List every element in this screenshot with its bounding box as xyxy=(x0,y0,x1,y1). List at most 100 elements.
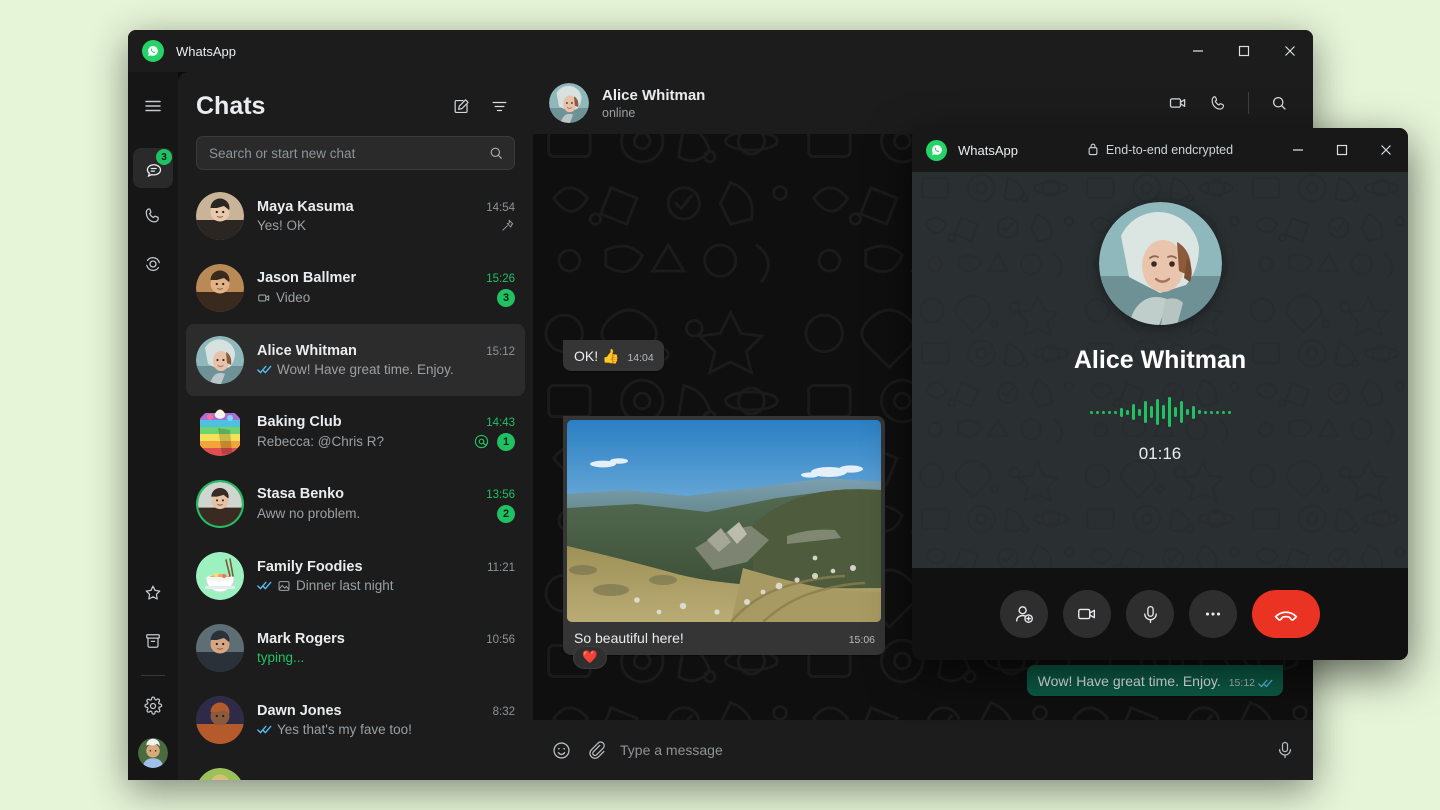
avatar[interactable] xyxy=(196,192,244,240)
end-call-button[interactable] xyxy=(1252,590,1320,638)
voice-call-icon[interactable] xyxy=(1200,85,1236,121)
attach-icon[interactable] xyxy=(586,740,606,760)
message-bubble-outgoing[interactable]: Wow! Have great time. Enjoy. 15:12 xyxy=(1027,665,1283,696)
sidebar-item-chats[interactable]: 3 xyxy=(133,148,173,188)
call-maximize-button[interactable] xyxy=(1320,128,1364,172)
video-call-icon[interactable] xyxy=(1160,85,1196,121)
close-button[interactable] xyxy=(1267,30,1313,72)
contact-avatar[interactable] xyxy=(549,83,589,123)
menu-button[interactable] xyxy=(133,86,173,126)
search-input[interactable] xyxy=(209,146,488,161)
chat-item-name: Dawn Jones xyxy=(257,703,342,719)
emoji-icon[interactable] xyxy=(551,740,572,761)
chat-list-item-dawn-jones[interactable]: Dawn Jones 8:32 Yes that's my fave too! xyxy=(186,684,525,756)
app-title: WhatsApp xyxy=(176,44,236,59)
chat-list-item-ziggy-woodley[interactable]: Ziggy Woodley 8:12 xyxy=(186,756,525,780)
mute-button[interactable] xyxy=(1126,590,1174,638)
avatar[interactable] xyxy=(196,408,244,456)
call-controls xyxy=(912,568,1408,660)
whatsapp-logo-icon xyxy=(142,40,164,62)
message-bubble-incoming[interactable]: OK! 👍 14:04 xyxy=(563,340,664,371)
sidebar-item-status[interactable] xyxy=(133,244,173,284)
chat-item-time: 13:56 xyxy=(478,489,515,501)
chat-list-item-jason-ballmer[interactable]: Jason Ballmer 15:26 Video 3 xyxy=(186,252,525,324)
call-minimize-button[interactable] xyxy=(1276,128,1320,172)
page-title: Chats xyxy=(196,92,265,121)
search-box[interactable] xyxy=(196,136,515,170)
avatar[interactable] xyxy=(196,336,244,384)
chat-item-preview: Rebecca: @Chris R? xyxy=(257,434,384,449)
call-duration: 01:16 xyxy=(1139,444,1182,464)
message-bubble-image[interactable]: So beautiful here! 15:06 ❤️ xyxy=(563,416,885,655)
call-titlebar: WhatsApp End-to-end endcrypted xyxy=(912,128,1408,172)
message-meta: 14:04 xyxy=(627,352,653,364)
conversation-header: Alice Whitman online xyxy=(533,72,1313,134)
avatar[interactable] xyxy=(196,768,244,780)
waveform-bar xyxy=(1138,409,1141,416)
profile-avatar[interactable] xyxy=(138,738,168,768)
sidebar-item-calls[interactable] xyxy=(133,196,173,236)
chat-list-item-alice-whitman[interactable]: Alice Whitman 15:12 Wow! Have great time… xyxy=(186,324,525,396)
chat-item-preview: typing... xyxy=(257,650,304,665)
filter-chats-button[interactable] xyxy=(483,90,515,122)
chat-item-preview-text: Dinner last night xyxy=(296,578,394,593)
unread-badge: 3 xyxy=(497,289,515,307)
avatar[interactable] xyxy=(196,624,244,672)
waveform-bar xyxy=(1216,411,1219,414)
message-time: 15:12 xyxy=(1229,677,1255,689)
sidebar-item-settings[interactable] xyxy=(133,686,173,726)
call-audio-waveform xyxy=(1090,397,1231,427)
chat-list-item-mark-rogers[interactable]: Mark Rogers 10:56 typing... xyxy=(186,612,525,684)
unread-badge: 1 xyxy=(497,433,515,451)
maximize-button[interactable] xyxy=(1221,30,1267,72)
avatar[interactable] xyxy=(198,482,242,526)
chat-item-preview-text: Aww no problem. xyxy=(257,506,360,521)
chat-list-item-stasa-benko[interactable]: Stasa Benko 13:56 Aww no problem. 2 xyxy=(186,468,525,540)
more-options-button[interactable] xyxy=(1189,590,1237,638)
call-stage: Alice Whitman 01:16 xyxy=(912,172,1408,568)
avatar[interactable] xyxy=(196,696,244,744)
search-container xyxy=(178,130,533,180)
rail-divider xyxy=(141,675,165,676)
voice-message-icon[interactable] xyxy=(1275,740,1295,760)
minimize-button[interactable] xyxy=(1175,30,1221,72)
main-window-controls xyxy=(1175,30,1313,72)
message-reaction[interactable]: ❤️ xyxy=(573,646,607,669)
chat-item-indicators: 2 xyxy=(489,505,515,523)
message-photo[interactable] xyxy=(567,420,881,622)
message-time: 15:06 xyxy=(849,634,875,646)
chat-item-name: Baking Club xyxy=(257,414,342,430)
image-caption-row: So beautiful here! 15:06 xyxy=(567,622,881,651)
encryption-text: End-to-end endcrypted xyxy=(1106,143,1233,157)
new-chat-button[interactable] xyxy=(445,90,477,122)
chat-list[interactable]: Maya Kasuma 14:54 Yes! OK Jason Ballmer xyxy=(178,180,533,780)
call-window-controls xyxy=(1276,128,1408,172)
avatar[interactable] xyxy=(196,552,244,600)
main-titlebar: WhatsApp xyxy=(128,30,1313,72)
message-input[interactable] xyxy=(620,742,1261,758)
chat-item-meta: Alice Whitman 15:12 Wow! Have great time… xyxy=(257,343,515,377)
sidebar-item-archived[interactable] xyxy=(133,621,173,661)
message-composer xyxy=(533,720,1313,780)
chat-item-time: 11:21 xyxy=(479,562,515,574)
chat-list-item-maya-kasuma[interactable]: Maya Kasuma 14:54 Yes! OK xyxy=(186,180,525,252)
read-receipt-icon xyxy=(257,364,272,375)
chat-item-preview-text: Wow! Have great time. Enjoy. xyxy=(277,362,454,377)
mention-icon xyxy=(473,433,490,450)
avatar[interactable] xyxy=(196,264,244,312)
message-text: Wow! Have great time. Enjoy. xyxy=(1038,672,1221,690)
chat-list-item-baking-club[interactable]: Baking Club 14:43 Rebecca: @Chris R? 1 xyxy=(186,396,525,468)
add-participant-button[interactable] xyxy=(1000,590,1048,638)
search-icon[interactable] xyxy=(488,145,504,161)
chat-list-item-family-foodies[interactable]: Family Foodies 11:21 Dinner last night xyxy=(186,540,525,612)
pin-icon xyxy=(500,218,515,233)
waveform-bar xyxy=(1180,401,1183,423)
video-toggle-button[interactable] xyxy=(1063,590,1111,638)
waveform-bar xyxy=(1132,404,1135,420)
call-close-button[interactable] xyxy=(1364,128,1408,172)
chat-item-name: Alice Whitman xyxy=(257,343,357,359)
search-in-chat-icon[interactable] xyxy=(1261,85,1297,121)
sidebar-item-starred[interactable] xyxy=(133,573,173,613)
chat-item-time: 14:54 xyxy=(478,202,515,214)
chat-item-preview-text: Video xyxy=(276,290,310,305)
